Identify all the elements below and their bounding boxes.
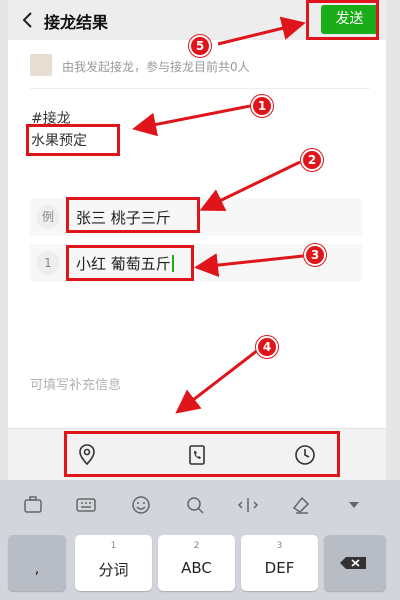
- key-label: 分词: [98, 561, 129, 579]
- key-2-abc[interactable]: 2 ABC: [158, 535, 235, 591]
- toolbox-icon[interactable]: [22, 494, 44, 516]
- annotation-badge-3: 3: [304, 244, 326, 266]
- key-number: 2: [193, 541, 200, 551]
- key-label: DEF: [264, 559, 295, 577]
- key-1-segment[interactable]: 1 分词: [75, 535, 152, 591]
- emoji-icon[interactable]: [130, 494, 152, 516]
- back-button[interactable]: [16, 8, 40, 32]
- comma-key[interactable]: ,: [8, 535, 66, 591]
- annotation-box-example: [66, 197, 200, 233]
- avatar: [30, 54, 52, 76]
- annotation-badge-2: 2: [301, 149, 323, 171]
- divider: [30, 88, 370, 89]
- keyboard-icon[interactable]: [75, 494, 97, 516]
- soft-keyboard: , 1 分词 2 ABC 3 DEF: [0, 480, 400, 600]
- annotation-badge-5: 5: [189, 35, 211, 57]
- page-title: 接龙结果: [44, 13, 109, 32]
- backspace-icon: [340, 557, 366, 569]
- annotation-box-send: [306, 0, 379, 40]
- key-3-def[interactable]: 3 DEF: [241, 535, 318, 591]
- key-number: 1: [110, 541, 117, 551]
- entry-number-badge: 例: [36, 205, 60, 229]
- keyboard-toolbar: [0, 480, 400, 530]
- annotation-box-subject: [26, 124, 120, 156]
- collapse-keyboard-icon[interactable]: [343, 494, 365, 516]
- annotation-box-entry: [66, 245, 194, 281]
- entry-number-badge: 1: [36, 251, 60, 275]
- supplement-info-input[interactable]: 可填写补充信息: [30, 374, 121, 393]
- cursor-move-icon[interactable]: [237, 494, 259, 516]
- annotation-badge-1: 1: [251, 95, 273, 117]
- participant-count-text: 由我发起接龙，参与接龙目前共0人: [62, 60, 250, 74]
- annotation-badge-4: 4: [256, 336, 278, 358]
- backspace-key[interactable]: [324, 535, 386, 591]
- search-icon[interactable]: [184, 494, 206, 516]
- annotation-box-toolbar: [64, 431, 340, 477]
- back-arrow-icon: [22, 12, 32, 28]
- skin-brush-icon[interactable]: [290, 494, 312, 516]
- key-label: ,: [34, 559, 40, 577]
- key-number: 3: [276, 541, 283, 551]
- key-label: ABC: [181, 559, 212, 577]
